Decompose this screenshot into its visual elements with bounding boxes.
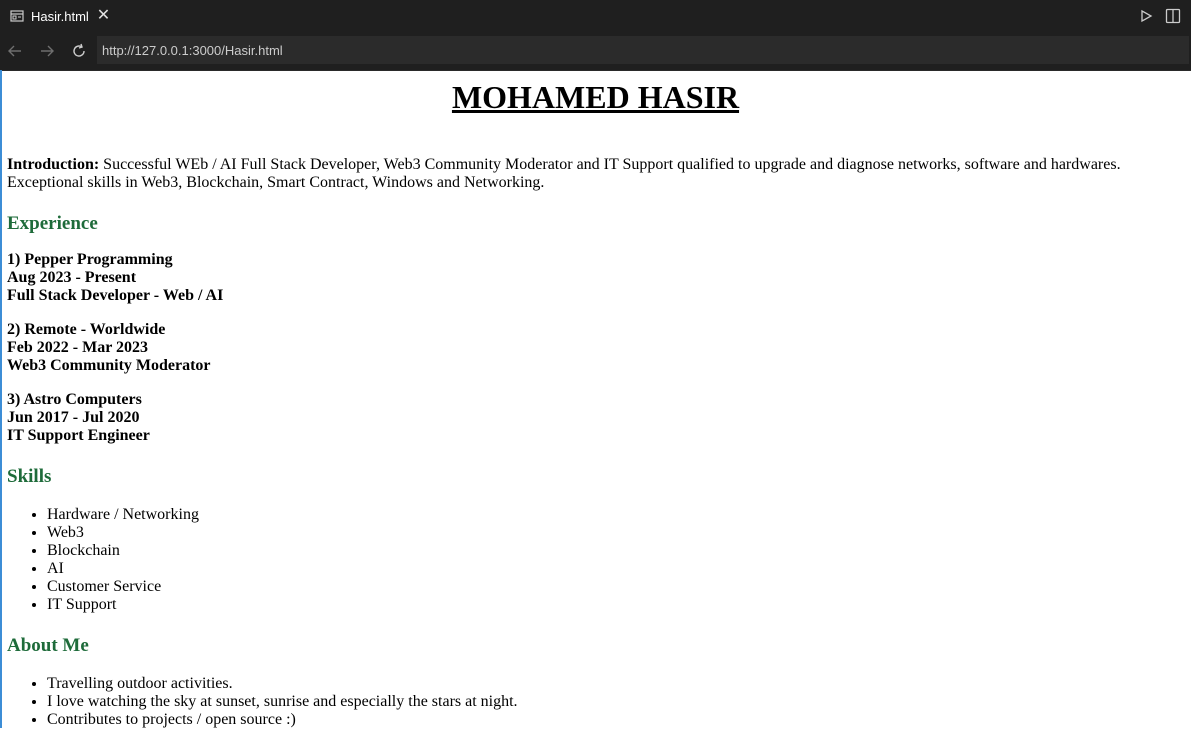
list-item: Web3 (47, 524, 1184, 542)
skills-heading: Skills (7, 466, 1184, 488)
list-item: IT Support (47, 596, 1184, 614)
experience-company: 3) Astro Computers (7, 391, 1184, 409)
experience-role: Web3 Community Moderator (7, 357, 1184, 375)
experience-dates: Aug 2023 - Present (7, 269, 1184, 287)
list-item: AI (47, 560, 1184, 578)
experience-company: 1) Pepper Programming (7, 251, 1184, 269)
tab-title: Hasir.html (31, 9, 89, 24)
tab-hasir[interactable]: Hasir.html ✕ (0, 0, 118, 32)
address-bar: http://127.0.0.1:3000/Hasir.html (0, 32, 1191, 71)
reload-icon[interactable] (69, 41, 89, 61)
page-title: MOHAMED HASIR (7, 78, 1184, 116)
about-list: Travelling outdoor activities. I love wa… (7, 675, 1184, 729)
experience-item: 2) Remote - Worldwide Feb 2022 - Mar 202… (7, 321, 1184, 375)
experience-role: Full Stack Developer - Web / AI (7, 287, 1184, 305)
intro-label: Introduction: (7, 156, 99, 173)
experience-company: 2) Remote - Worldwide (7, 321, 1184, 339)
list-item: Customer Service (47, 578, 1184, 596)
experience-heading: Experience (7, 213, 1184, 235)
back-icon[interactable] (5, 41, 25, 61)
list-item: Blockchain (47, 542, 1184, 560)
introduction: Introduction: Successful WEb / AI Full S… (7, 156, 1184, 192)
intro-text: Successful WEb / AI Full Stack Developer… (7, 156, 1121, 191)
close-icon[interactable]: ✕ (97, 8, 110, 24)
page-icon (10, 9, 24, 23)
experience-item: 1) Pepper Programming Aug 2023 - Present… (7, 251, 1184, 305)
run-icon[interactable] (1139, 9, 1153, 23)
experience-dates: Jun 2017 - Jul 2020 (7, 409, 1184, 427)
split-editor-icon[interactable] (1165, 8, 1181, 24)
list-item: Travelling outdoor activities. (47, 675, 1184, 693)
experience-dates: Feb 2022 - Mar 2023 (7, 339, 1184, 357)
list-item: I love watching the sky at sunset, sunri… (47, 693, 1184, 711)
url-input[interactable]: http://127.0.0.1:3000/Hasir.html (97, 36, 1189, 64)
experience-item: 3) Astro Computers Jun 2017 - Jul 2020 I… (7, 391, 1184, 445)
list-item: Hardware / Networking (47, 506, 1184, 524)
skills-list: Hardware / Networking Web3 Blockchain AI… (7, 506, 1184, 614)
experience-role: IT Support Engineer (7, 427, 1184, 445)
tab-bar: Hasir.html ✕ (0, 0, 1191, 32)
forward-icon[interactable] (37, 41, 57, 61)
list-item: Contributes to projects / open source :) (47, 711, 1184, 729)
page-content: MOHAMED HASIR Introduction: Successful W… (0, 70, 1191, 728)
about-heading: About Me (7, 635, 1184, 657)
